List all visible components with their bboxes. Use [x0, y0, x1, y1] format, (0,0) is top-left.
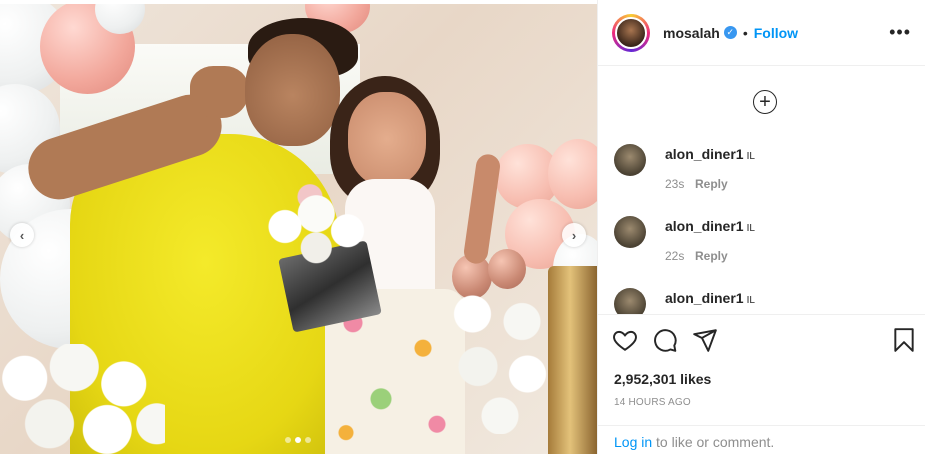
- more-options-icon[interactable]: •••: [889, 22, 911, 43]
- avatar-image: [615, 16, 647, 49]
- chevron-right-icon: ›: [571, 227, 577, 243]
- balloon-rose: [488, 249, 526, 289]
- comment-item: alon_diner1 IL: [614, 288, 914, 314]
- comment-username[interactable]: alon_diner1 IL: [665, 146, 755, 162]
- post-timestamp[interactable]: 14 HOURS AGO: [614, 397, 691, 408]
- comment-item: alon_diner1 IL 22s Reply: [614, 216, 914, 276]
- login-link[interactable]: Log in: [614, 434, 652, 450]
- carousel-dot: [305, 437, 311, 443]
- comment-avatar[interactable]: [614, 216, 646, 248]
- comment-avatar[interactable]: [614, 288, 646, 314]
- reply-button[interactable]: Reply: [695, 177, 728, 191]
- post-photo[interactable]: ‹ ›: [0, 4, 597, 454]
- comment-icon[interactable]: [652, 327, 680, 355]
- man-peace-hand: [190, 66, 248, 118]
- comment-item: alon_diner1 IL 23s Reply: [614, 144, 914, 204]
- gold-stand: [548, 266, 597, 454]
- girl-face: [348, 92, 426, 186]
- white-flowers-left: [0, 344, 165, 454]
- comment-time: 22s: [665, 249, 685, 263]
- comment-username[interactable]: alon_diner1 IL: [665, 290, 755, 306]
- carousel-dot: [285, 437, 291, 443]
- balloon-peach: [548, 139, 597, 209]
- rose-bouquet: [260, 184, 385, 269]
- likes-count[interactable]: 2,952,301 likes: [614, 371, 711, 387]
- login-prompt: Log in to like or comment.: [598, 425, 925, 454]
- man-head: [245, 34, 340, 146]
- comment-avatar[interactable]: [614, 144, 646, 176]
- share-icon[interactable]: [692, 327, 720, 355]
- post-actions: 2,952,301 likes 14 HOURS AGO Log in to l…: [598, 314, 925, 454]
- comment-text: IL: [746, 295, 755, 306]
- load-more-comments-icon[interactable]: +: [753, 90, 777, 114]
- comment-username[interactable]: alon_diner1 IL: [665, 218, 755, 234]
- reply-button[interactable]: Reply: [695, 249, 728, 263]
- login-prompt-text: to like or comment.: [652, 434, 775, 450]
- separator-dot: •: [742, 24, 748, 41]
- girl-arm: [462, 152, 502, 266]
- profile-avatar[interactable]: [612, 13, 650, 52]
- carousel-dot-active: [295, 437, 301, 443]
- post-sidebar: mosalah ✓ • Follow ••• + alon_diner1 IL 2…: [597, 0, 925, 454]
- carousel-dots: [285, 437, 311, 443]
- heart-icon[interactable]: [612, 327, 640, 355]
- verified-badge-icon: ✓: [723, 26, 737, 39]
- post-header: mosalah ✓ • Follow •••: [598, 0, 925, 66]
- white-flowers-right: [445, 284, 555, 434]
- comment-text: IL: [746, 151, 755, 162]
- carousel-prev-button[interactable]: ‹: [10, 223, 34, 247]
- comments-list[interactable]: + alon_diner1 IL 23s Reply alon_diner1 IL …: [598, 66, 925, 314]
- bookmark-icon[interactable]: [891, 327, 919, 355]
- comment-text: IL: [746, 223, 755, 234]
- chevron-left-icon: ‹: [19, 227, 25, 243]
- carousel-next-button[interactable]: ›: [562, 223, 586, 247]
- post-username[interactable]: mosalah: [663, 25, 720, 41]
- comment-time: 23s: [665, 177, 685, 191]
- follow-button[interactable]: Follow: [754, 25, 798, 41]
